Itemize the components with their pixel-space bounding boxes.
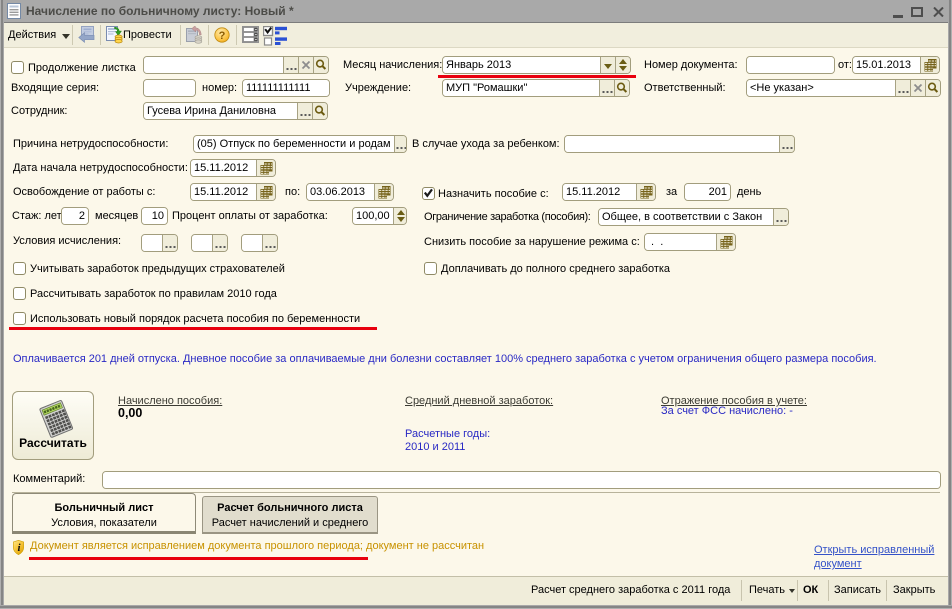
svg-text:?: ? (219, 30, 226, 42)
